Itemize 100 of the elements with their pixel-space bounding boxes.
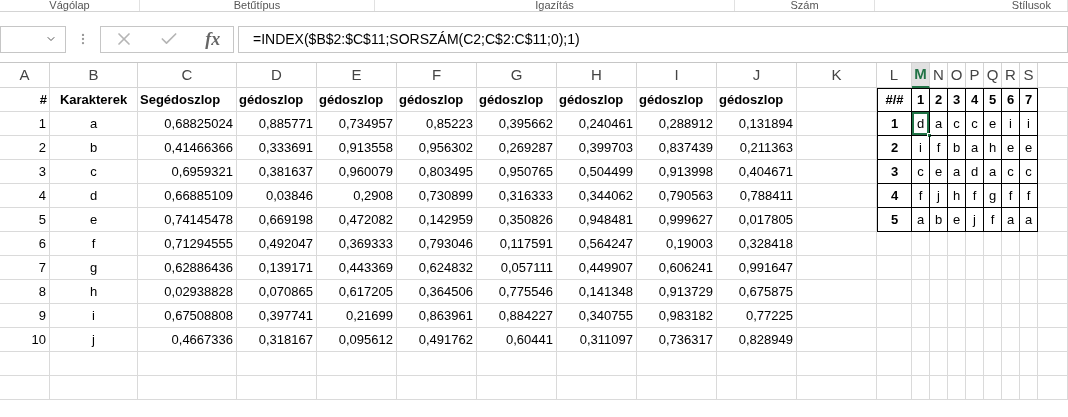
column-header[interactable]: J bbox=[717, 63, 797, 88]
empty-cell[interactable] bbox=[966, 280, 984, 304]
column-header[interactable]: A bbox=[0, 63, 50, 88]
empty-cell[interactable] bbox=[637, 376, 717, 400]
lookup-cell[interactable]: e bbox=[1006, 137, 1015, 158]
column-header[interactable]: R bbox=[1002, 63, 1020, 88]
empty-cell[interactable] bbox=[912, 328, 930, 352]
lookup-cell[interactable]: g bbox=[988, 185, 997, 206]
column-header[interactable]: I bbox=[637, 63, 717, 88]
lookup-cell[interactable]: b bbox=[934, 209, 943, 230]
lookup-cell[interactable]: h bbox=[988, 137, 997, 158]
empty-cell[interactable] bbox=[1020, 232, 1038, 256]
empty-cell[interactable] bbox=[797, 136, 877, 160]
empty-cell[interactable] bbox=[930, 256, 948, 280]
empty-cell[interactable] bbox=[138, 352, 237, 376]
lookup-cell[interactable]: f bbox=[1026, 185, 1031, 206]
empty-cell[interactable] bbox=[477, 352, 557, 376]
empty-cell[interactable] bbox=[966, 304, 984, 328]
column-header[interactable]: N bbox=[930, 63, 948, 88]
empty-cell[interactable] bbox=[1020, 280, 1038, 304]
empty-cell[interactable] bbox=[966, 256, 984, 280]
empty-cell[interactable] bbox=[797, 88, 877, 112]
lookup-cell[interactable]: f bbox=[972, 185, 977, 206]
lookup-cell[interactable]: a bbox=[970, 137, 979, 158]
empty-cell[interactable] bbox=[877, 256, 912, 280]
lookup-cell[interactable]: j bbox=[937, 185, 940, 206]
empty-cell[interactable] bbox=[948, 280, 966, 304]
empty-cell[interactable] bbox=[912, 280, 930, 304]
empty-cell[interactable] bbox=[797, 376, 877, 400]
empty-cell[interactable] bbox=[877, 304, 912, 328]
empty-cell[interactable] bbox=[877, 376, 912, 400]
empty-cell[interactable] bbox=[966, 328, 984, 352]
empty-cell[interactable] bbox=[797, 280, 877, 304]
lookup-cell[interactable]: h bbox=[952, 185, 961, 206]
empty-cell[interactable] bbox=[797, 352, 877, 376]
empty-cell[interactable] bbox=[1002, 352, 1020, 376]
empty-cell[interactable] bbox=[930, 232, 948, 256]
empty-cell[interactable] bbox=[1038, 304, 1068, 328]
empty-cell[interactable] bbox=[138, 376, 237, 400]
empty-cell[interactable] bbox=[877, 280, 912, 304]
empty-cell[interactable] bbox=[930, 280, 948, 304]
empty-cell[interactable] bbox=[966, 376, 984, 400]
column-header[interactable]: G bbox=[477, 63, 557, 88]
empty-cell[interactable] bbox=[1038, 352, 1068, 376]
lookup-cell[interactable]: e bbox=[988, 113, 997, 134]
lookup-cell[interactable]: c bbox=[1007, 161, 1014, 182]
empty-cell[interactable] bbox=[1038, 280, 1068, 304]
lookup-cell[interactable]: f bbox=[1008, 185, 1013, 206]
column-header[interactable]: B bbox=[50, 63, 138, 88]
empty-cell[interactable] bbox=[237, 352, 317, 376]
empty-cell[interactable] bbox=[557, 352, 637, 376]
lookup-cell[interactable]: c bbox=[917, 161, 924, 182]
empty-cell[interactable] bbox=[1002, 304, 1020, 328]
empty-cell[interactable] bbox=[797, 184, 877, 208]
empty-cell[interactable] bbox=[984, 376, 1002, 400]
column-header[interactable]: H bbox=[557, 63, 637, 88]
fill-handle[interactable] bbox=[927, 133, 932, 138]
empty-cell[interactable] bbox=[717, 352, 797, 376]
lookup-cell[interactable]: f bbox=[936, 137, 941, 158]
empty-cell[interactable] bbox=[966, 352, 984, 376]
empty-cell[interactable] bbox=[966, 232, 984, 256]
empty-cell[interactable] bbox=[948, 304, 966, 328]
lookup-cell[interactable]: a bbox=[916, 209, 925, 230]
empty-cell[interactable] bbox=[1020, 328, 1038, 352]
column-header[interactable]: Q bbox=[984, 63, 1002, 88]
empty-cell[interactable] bbox=[637, 352, 717, 376]
empty-cell[interactable] bbox=[1020, 352, 1038, 376]
empty-cell[interactable] bbox=[1038, 256, 1068, 280]
lookup-cell[interactable]: a bbox=[934, 113, 943, 134]
name-box[interactable] bbox=[0, 25, 66, 53]
empty-cell[interactable] bbox=[797, 112, 877, 136]
empty-cell[interactable] bbox=[930, 352, 948, 376]
empty-cell[interactable] bbox=[948, 352, 966, 376]
column-header[interactable]: O bbox=[948, 63, 966, 88]
lookup-cell[interactable]: e bbox=[952, 209, 961, 230]
lookup-cell[interactable]: c bbox=[971, 113, 978, 134]
column-header[interactable]: P bbox=[966, 63, 984, 88]
empty-cell[interactable] bbox=[984, 232, 1002, 256]
empty-cell[interactable] bbox=[930, 328, 948, 352]
empty-cell[interactable] bbox=[557, 376, 637, 400]
empty-cell[interactable] bbox=[397, 352, 477, 376]
lookup-cell[interactable]: i bbox=[1009, 113, 1012, 134]
column-header[interactable]: C bbox=[138, 63, 237, 88]
empty-cell[interactable] bbox=[948, 328, 966, 352]
empty-cell[interactable] bbox=[1020, 256, 1038, 280]
empty-cell[interactable] bbox=[1002, 328, 1020, 352]
empty-cell[interactable] bbox=[317, 352, 397, 376]
empty-cell[interactable] bbox=[877, 232, 912, 256]
empty-cell[interactable] bbox=[237, 376, 317, 400]
empty-cell[interactable] bbox=[948, 232, 966, 256]
lookup-cell[interactable]: c bbox=[953, 113, 960, 134]
empty-cell[interactable] bbox=[984, 352, 1002, 376]
empty-cell[interactable] bbox=[1002, 232, 1020, 256]
lookup-cell[interactable]: a bbox=[988, 161, 997, 182]
empty-cell[interactable] bbox=[1038, 376, 1068, 400]
empty-cell[interactable] bbox=[1002, 256, 1020, 280]
empty-cell[interactable] bbox=[930, 304, 948, 328]
empty-cell[interactable] bbox=[912, 376, 930, 400]
insert-function-button[interactable]: fx bbox=[205, 25, 221, 53]
lookup-cell[interactable]: i bbox=[1027, 113, 1030, 134]
